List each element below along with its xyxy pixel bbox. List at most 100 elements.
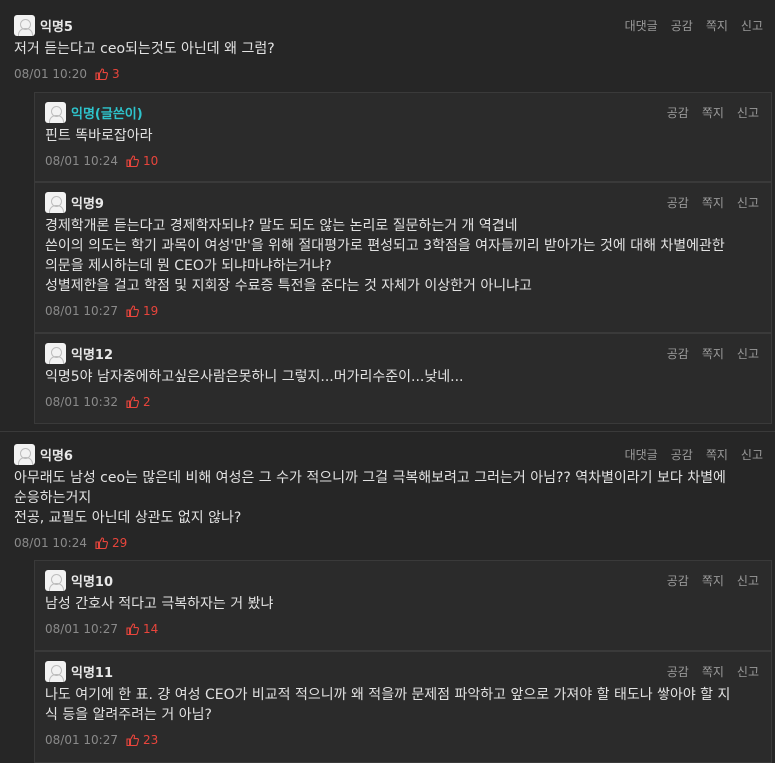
like-button[interactable]: 공감 — [671, 17, 693, 34]
comment-author: 익명6 — [40, 448, 73, 464]
timestamp: 08/01 10:24 — [45, 154, 118, 168]
comment-text: 아무래도 남성 ceo는 많은데 비해 여성은 그 수가 적으니까 그걸 극복해… — [14, 468, 775, 528]
avatar — [14, 443, 35, 465]
report-button[interactable]: 신고 — [737, 104, 759, 121]
reply-text: 익명5야 남자중에하고싶은사람은못하니 그렇지...머가리수준이...낮네... — [45, 367, 771, 387]
message-button[interactable]: 쪽지 — [706, 446, 728, 463]
comment-actions: 대댓글 공감 쪽지 신고 — [625, 440, 763, 468]
like-button[interactable]: 공감 — [667, 194, 689, 211]
reply-header: 익명10 공감 쪽지 신고 — [45, 566, 771, 594]
timestamp: 08/01 10:32 — [45, 395, 118, 409]
reply-actions: 공감 쪽지 신고 — [667, 339, 759, 367]
comment-header: 익명6 대댓글 공감 쪽지 신고 — [14, 440, 775, 468]
comment-text-line: 전공, 교필도 아닌데 상관도 없지 않나? — [14, 510, 242, 526]
thumbs-up-icon — [126, 734, 139, 746]
report-button[interactable]: 신고 — [741, 17, 763, 34]
reply-author: 익명10 — [71, 574, 114, 590]
reply-text-line: 경제학개론 듣는다고 경제학자되냐? 말도 되도 않는 논리로 질문하는거 개 … — [45, 218, 518, 234]
reply-actions: 공감 쪽지 신고 — [667, 566, 759, 594]
report-button[interactable]: 신고 — [737, 663, 759, 680]
vote-count: 10 — [126, 154, 158, 168]
thumbs-up-icon — [126, 396, 139, 408]
report-button[interactable]: 신고 — [737, 194, 759, 211]
reply-header: 익명9 공감 쪽지 신고 — [45, 188, 771, 216]
reply-author: 익명11 — [71, 665, 114, 681]
reply-text-line: 쓴이의 의도는 학기 과목이 여성'만'을 위해 절대평가로 편성되고 3학점을… — [45, 238, 725, 254]
comment: 익명5 대댓글 공감 쪽지 신고 저거 듣는다고 ceo되는것도 아닌데 왜 그… — [0, 11, 775, 91]
reply: 익명12 공감 쪽지 신고 익명5야 남자중에하고싶은사람은못하니 그렇지...… — [34, 333, 772, 424]
reply-meta: 08/01 10:27 23 — [45, 729, 771, 751]
vote-count-value: 23 — [142, 733, 159, 747]
vote-count-value: 19 — [142, 304, 159, 318]
reply-text: 경제학개론 듣는다고 경제학자되냐? 말도 되도 않는 논리로 질문하는거 개 … — [45, 216, 771, 296]
reply-button[interactable]: 대댓글 — [625, 446, 658, 463]
comment: 익명6 대댓글 공감 쪽지 신고 아무래도 남성 ceo는 많은데 비해 여성은… — [0, 440, 775, 558]
reply-author: 익명12 — [71, 347, 114, 363]
reply-header: 익명(글쓴이) 공감 쪽지 신고 — [45, 98, 771, 126]
avatar — [45, 101, 66, 123]
reply-text: 나도 여기에 한 표. 걍 여성 CEO가 비교적 적으니까 왜 적을까 문제점… — [45, 685, 771, 725]
avatar — [45, 191, 66, 213]
divider — [0, 431, 775, 432]
reply: 익명11 공감 쪽지 신고 나도 여기에 한 표. 걍 여성 CEO가 비교적 … — [34, 651, 772, 763]
message-button[interactable]: 쪽지 — [706, 17, 728, 34]
like-button[interactable]: 공감 — [667, 104, 689, 121]
vote-count-value: 3 — [111, 67, 120, 81]
avatar — [14, 14, 35, 36]
vote-count: 2 — [126, 395, 151, 409]
like-button[interactable]: 공감 — [667, 345, 689, 362]
reply: 익명9 공감 쪽지 신고 경제학개론 듣는다고 경제학자되냐? 말도 되도 않는… — [34, 182, 772, 333]
thumbs-up-icon — [126, 155, 139, 167]
vote-count-value: 2 — [142, 395, 151, 409]
timestamp: 08/01 10:27 — [45, 622, 118, 636]
reply-text: 핀트 똑바로잡아라 — [45, 126, 771, 146]
reply-author: 익명9 — [71, 196, 104, 212]
reply-text-line: 핀트 똑바로잡아라 — [45, 128, 153, 144]
reply-meta: 08/01 10:27 14 — [45, 618, 771, 640]
report-button[interactable]: 신고 — [741, 446, 763, 463]
reply-actions: 공감 쪽지 신고 — [667, 188, 759, 216]
report-button[interactable]: 신고 — [737, 345, 759, 362]
thumbs-up-icon — [126, 623, 139, 635]
thumbs-up-icon — [95, 68, 108, 80]
timestamp: 08/01 10:24 — [14, 536, 87, 550]
vote-count: 19 — [126, 304, 158, 318]
comment-text: 저거 듣는다고 ceo되는것도 아닌데 왜 그럼? — [14, 39, 775, 59]
reply-text-line: 성별제한을 걸고 학점 및 지회장 수료증 특전을 준다는 것 자체가 이상한거… — [45, 278, 532, 294]
vote-count: 29 — [95, 536, 127, 550]
reply-button[interactable]: 대댓글 — [625, 17, 658, 34]
avatar — [45, 569, 66, 591]
comment-actions: 대댓글 공감 쪽지 신고 — [625, 11, 763, 39]
reply-meta: 08/01 10:32 2 — [45, 391, 771, 413]
message-button[interactable]: 쪽지 — [702, 104, 724, 121]
reply-text-line: 식 등을 알려주려는 거 아님? — [45, 707, 212, 723]
reply-meta: 08/01 10:24 10 — [45, 150, 771, 172]
like-button[interactable]: 공감 — [671, 446, 693, 463]
reply-actions: 공감 쪽지 신고 — [667, 657, 759, 685]
timestamp: 08/01 10:20 — [14, 67, 87, 81]
like-button[interactable]: 공감 — [667, 663, 689, 680]
thumbs-up-icon — [95, 537, 108, 549]
timestamp: 08/01 10:27 — [45, 304, 118, 318]
comment-header: 익명5 대댓글 공감 쪽지 신고 — [14, 11, 775, 39]
reply-header: 익명12 공감 쪽지 신고 — [45, 339, 771, 367]
reply-text: 남성 간호사 적다고 극복하자는 거 봤냐 — [45, 594, 771, 614]
message-button[interactable]: 쪽지 — [702, 345, 724, 362]
avatar — [45, 660, 66, 682]
message-button[interactable]: 쪽지 — [702, 572, 724, 589]
vote-count: 14 — [126, 622, 158, 636]
timestamp: 08/01 10:27 — [45, 733, 118, 747]
reply: 익명(글쓴이) 공감 쪽지 신고 핀트 똑바로잡아라 08/01 10:24 1… — [34, 92, 772, 182]
like-button[interactable]: 공감 — [667, 572, 689, 589]
comment-text-line: 아무래도 남성 ceo는 많은데 비해 여성은 그 수가 적으니까 그걸 극복해… — [14, 470, 726, 486]
comment-meta: 08/01 10:24 29 — [14, 532, 775, 554]
thumbs-up-icon — [126, 305, 139, 317]
vote-count: 23 — [126, 733, 158, 747]
reply-text-line: 남성 간호사 적다고 극복하자는 거 봤냐 — [45, 596, 274, 612]
vote-count-value: 10 — [142, 154, 159, 168]
message-button[interactable]: 쪽지 — [702, 194, 724, 211]
comment-meta: 08/01 10:20 3 — [14, 63, 775, 85]
report-button[interactable]: 신고 — [737, 572, 759, 589]
vote-count-value: 29 — [111, 536, 128, 550]
message-button[interactable]: 쪽지 — [702, 663, 724, 680]
